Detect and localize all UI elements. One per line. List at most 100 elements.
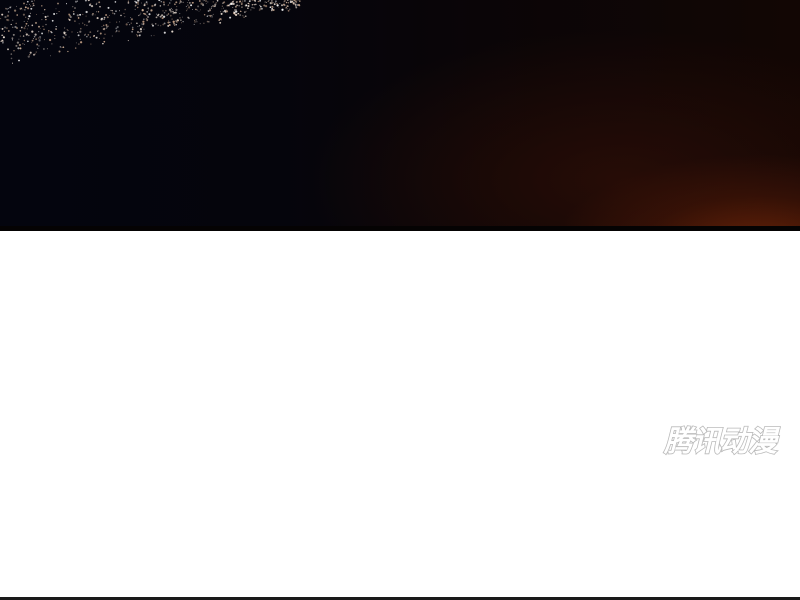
city-light-dot [187, 16, 189, 19]
city-light-dot [105, 24, 108, 26]
city-light-dot [176, 19, 179, 21]
city-light-dot [264, 1, 266, 3]
city-light-dot [41, 5, 43, 7]
city-light-dot [237, 12, 240, 15]
city-light-dot [159, 5, 162, 7]
city-light-dot [243, 16, 245, 18]
city-light-dot [145, 1, 148, 3]
city-light-dot [27, 20, 28, 22]
city-light-dot [160, 25, 162, 27]
city-light-dot [214, 6, 216, 8]
city-light-dot [23, 27, 26, 30]
city-light-dot [7, 7, 9, 10]
city-light-dot [0, 18, 2, 20]
city-light-dot [95, 37, 97, 39]
city-light-dot [13, 9, 17, 12]
city-light-dot [140, 23, 142, 25]
city-light-dot [84, 0, 87, 2]
city-light-dot [103, 18, 105, 21]
city-light-dot [106, 27, 108, 29]
city-light-dot [242, 15, 244, 17]
city-light-dot [31, 0, 33, 3]
city-light-dot [228, 5, 231, 7]
city-light-dot [167, 21, 170, 24]
comic-page: 腾讯动漫 [0, 0, 800, 600]
city-light-dot [254, 0, 256, 3]
city-light-dot [6, 14, 10, 17]
city-light-dot [162, 1, 165, 4]
city-light-dot [102, 24, 105, 27]
city-light-dot [197, 5, 200, 8]
city-light-dot [108, 15, 110, 16]
city-light-dot [12, 19, 14, 21]
city-light-dot [78, 23, 80, 25]
city-light-dot [289, 8, 291, 10]
city-light-dot [251, 0, 254, 2]
city-light-dot [279, 2, 281, 5]
city-light-dot [176, 6, 178, 8]
city-light-dot [241, 6, 243, 8]
city-light-dot [107, 6, 110, 9]
city-light-dot [109, 21, 111, 23]
city-light-dot [86, 36, 88, 38]
city-light-dot [146, 14, 148, 17]
city-light-dot [16, 27, 18, 29]
city-light-dot [182, 1, 184, 3]
city-light-dot [51, 31, 53, 34]
city-light-dot [45, 18, 47, 21]
city-light-dot [163, 11, 166, 14]
city-light-dot [169, 21, 171, 23]
city-light-dot [250, 9, 252, 11]
city-light-dot [186, 8, 188, 10]
city-light-dot [50, 55, 51, 57]
city-light-dot [295, 6, 298, 9]
city-light-dot [194, 20, 196, 22]
city-light-dot [247, 2, 249, 4]
city-light-dot [55, 28, 57, 30]
city-light-dot [134, 8, 136, 10]
city-light-dot [130, 18, 133, 21]
city-light-dot [167, 4, 169, 6]
city-light-dot [63, 36, 66, 39]
city-light-dot [175, 1, 178, 4]
city-light-dot [123, 12, 125, 14]
city-light-dot [98, 1, 101, 4]
city-light-dot [180, 19, 182, 22]
city-light-dot [271, 0, 273, 2]
city-light-dot [212, 1, 215, 3]
city-light-dot [35, 51, 37, 53]
city-light-dot [205, 0, 207, 2]
city-light-dot [146, 15, 150, 19]
city-light-dot [219, 21, 222, 24]
city-light-dot [72, 13, 75, 15]
city-light-dot [24, 25, 27, 27]
city-light-dot [74, 0, 78, 3]
city-light-dot [57, 2, 59, 5]
city-light-dot [136, 1, 139, 4]
city-light-dot [18, 59, 20, 62]
city-light-dot [214, 3, 217, 6]
city-light-dot [33, 35, 36, 38]
city-light-dot [16, 41, 20, 44]
city-light-dot [27, 55, 30, 58]
city-light-dot [62, 46, 65, 49]
city-light-dot [101, 17, 104, 20]
city-light-dot [37, 47, 38, 49]
city-light-dot [142, 20, 145, 23]
city-light-dot [79, 27, 82, 30]
city-light-dot [6, 8, 8, 10]
city-light-dot [42, 25, 44, 27]
city-light-dot [127, 0, 129, 2]
city-light-dot [7, 48, 9, 51]
city-light-dot [26, 28, 28, 30]
tencent-comics-watermark: 腾讯动漫 [662, 420, 790, 460]
city-light-dot [64, 33, 67, 36]
city-light-dot [129, 24, 131, 26]
city-light-dot [115, 31, 117, 33]
city-light-dot [179, 17, 181, 19]
city-light-dot [190, 4, 193, 7]
city-light-dot [287, 5, 289, 8]
city-light-dot [274, 2, 276, 4]
city-light-dot [31, 41, 33, 43]
city-light-dot [18, 38, 20, 40]
